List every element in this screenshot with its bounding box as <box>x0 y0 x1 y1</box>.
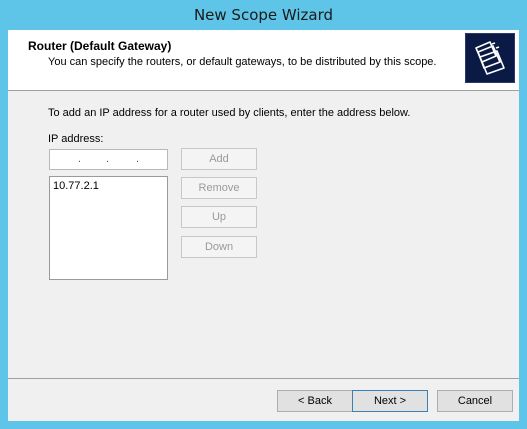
instruction-text: To add an IP address for a router used b… <box>48 107 411 119</box>
ip-dot-3: . <box>136 153 140 165</box>
wizard-window: New Scope Wizard Router (Default Gateway… <box>0 0 527 429</box>
folders-icon <box>465 33 515 83</box>
ip-dot-2: . <box>106 153 110 165</box>
up-button[interactable]: Up <box>181 206 257 228</box>
ip-address-input[interactable]: . . . <box>49 149 168 170</box>
next-button[interactable]: Next > <box>352 390 428 412</box>
window-title: New Scope Wizard <box>193 6 334 24</box>
back-button[interactable]: < Back <box>277 390 353 412</box>
down-button[interactable]: Down <box>181 236 257 258</box>
ip-address-label: IP address: <box>48 133 104 145</box>
router-list[interactable]: 10.77.2.1 <box>49 176 168 280</box>
wizard-header: Router (Default Gateway) You can specify… <box>8 30 519 91</box>
page-description: You can specify the routers, or default … <box>48 56 437 68</box>
add-button[interactable]: Add <box>181 148 257 170</box>
remove-button[interactable]: Remove <box>181 177 257 199</box>
list-item[interactable]: 10.77.2.1 <box>53 180 99 192</box>
wizard-client-area: Router (Default Gateway) You can specify… <box>8 30 519 421</box>
page-title: Router (Default Gateway) <box>28 39 172 53</box>
ip-dot-1: . <box>78 153 82 165</box>
cancel-button[interactable]: Cancel <box>437 390 513 412</box>
footer-divider <box>8 378 519 379</box>
